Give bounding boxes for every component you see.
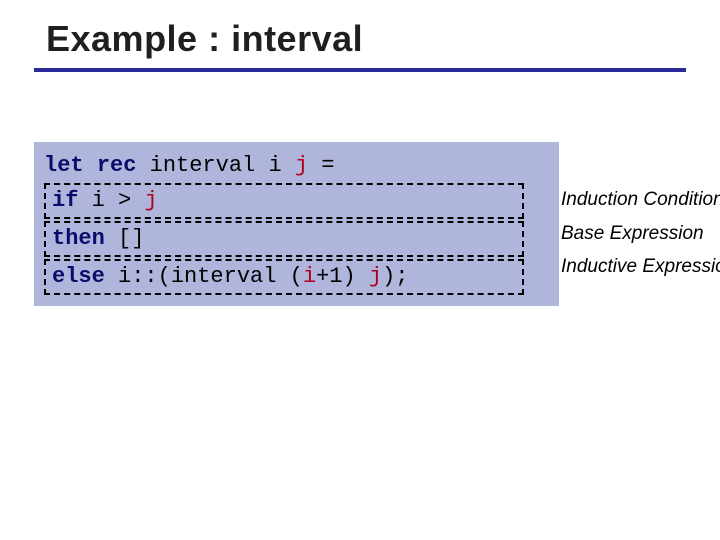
inductive-expression-box: else i::(interval (i+1) j); bbox=[44, 259, 524, 295]
slide-title: Example : interval bbox=[46, 18, 686, 60]
induction-condition-box: if i > j bbox=[44, 183, 524, 219]
kw-let: let bbox=[44, 153, 84, 178]
annotation-base: Base Expression bbox=[561, 220, 704, 248]
code-line-4-wrap: else i::(interval (i+1) j); bbox=[44, 258, 549, 296]
annotation-inductive: Inductive Expression bbox=[561, 253, 720, 281]
base-expression-box: then [] bbox=[44, 221, 524, 257]
code-text: i::(interval ( bbox=[105, 264, 303, 289]
code-box: let rec interval i j = if i > j then [] … bbox=[34, 142, 559, 306]
annotation-condition: Induction Condition bbox=[561, 186, 720, 214]
var-j: j bbox=[144, 188, 157, 213]
kw-then: then bbox=[52, 226, 105, 251]
code-text: = bbox=[308, 153, 334, 178]
kw-if: if bbox=[52, 188, 78, 213]
var-i: i bbox=[303, 264, 316, 289]
kw-rec: rec bbox=[97, 153, 137, 178]
code-line-2-wrap: if i > j bbox=[44, 182, 549, 220]
title-underline bbox=[34, 68, 686, 72]
code-text: interval i bbox=[136, 153, 294, 178]
var-j: j bbox=[295, 153, 308, 178]
code-text: ); bbox=[382, 264, 408, 289]
code-line-3-wrap: then [] bbox=[44, 220, 549, 258]
code-text: +1) bbox=[316, 264, 369, 289]
content-area: let rec interval i j = if i > j then [] … bbox=[34, 142, 686, 306]
code-text: i > bbox=[78, 188, 144, 213]
code-text bbox=[84, 153, 97, 178]
var-j: j bbox=[369, 264, 382, 289]
code-line-1: let rec interval i j = bbox=[44, 150, 549, 182]
slide: Example : interval let rec interval i j … bbox=[0, 0, 720, 540]
kw-else: else bbox=[52, 264, 105, 289]
code-text: [] bbox=[105, 226, 145, 251]
